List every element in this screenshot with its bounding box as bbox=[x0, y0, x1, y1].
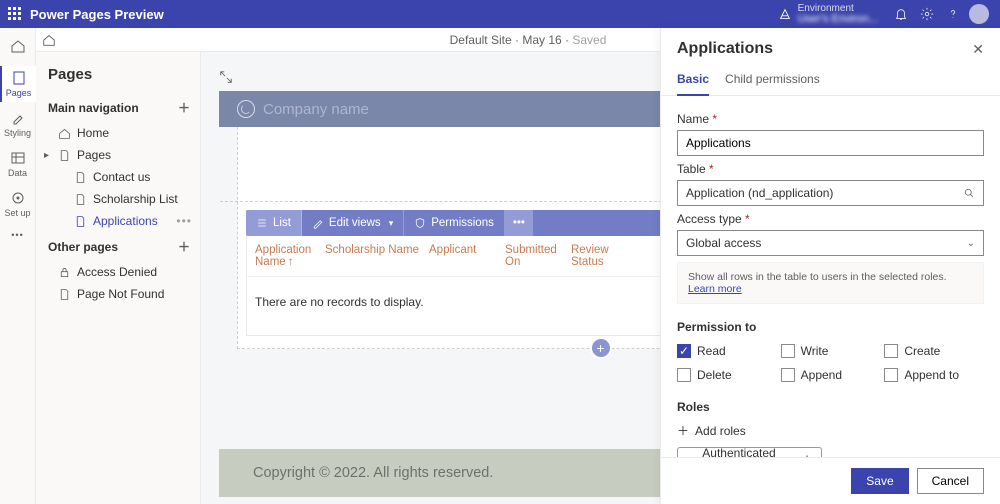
roles-label: Roles bbox=[677, 400, 984, 414]
name-label: Name * bbox=[677, 112, 984, 126]
item-more-icon[interactable]: ••• bbox=[176, 214, 192, 228]
tree-item-applications[interactable]: Applications••• bbox=[36, 210, 200, 232]
section-main-nav: Main navigation ＋ bbox=[36, 93, 200, 122]
tab-child[interactable]: Child permissions bbox=[725, 66, 820, 95]
home-icon[interactable] bbox=[42, 33, 56, 47]
brush-icon bbox=[10, 110, 26, 126]
rail-home[interactable] bbox=[0, 32, 36, 62]
chevron-right-icon[interactable]: ▸ bbox=[44, 150, 49, 161]
chevron-down-icon: ▾ bbox=[389, 218, 394, 229]
rail-data[interactable]: Data bbox=[0, 146, 36, 182]
table-label: Table * bbox=[677, 162, 984, 176]
col-applicant[interactable]: Applicant bbox=[429, 244, 505, 268]
name-input[interactable] bbox=[677, 130, 984, 156]
help-icon[interactable] bbox=[940, 1, 966, 27]
permissions-panel: Applications ✕ Basic Child permissions N… bbox=[660, 28, 1000, 504]
tb-list[interactable]: List bbox=[246, 210, 302, 236]
sort-asc-icon: ↑ bbox=[288, 256, 294, 268]
checkbox-checked-icon: ✓ bbox=[677, 344, 691, 358]
tab-basic[interactable]: Basic bbox=[677, 66, 709, 96]
panel-title: Applications bbox=[677, 40, 773, 58]
pages-panel: Pages Main navigation ＋ Home ▸Pages Cont… bbox=[36, 52, 201, 504]
close-icon[interactable]: ✕ bbox=[972, 41, 984, 58]
access-hint: Show all rows in the table to users in t… bbox=[677, 262, 984, 304]
setup-icon bbox=[10, 190, 26, 206]
home-icon bbox=[10, 38, 26, 54]
user-avatar[interactable] bbox=[966, 1, 992, 27]
role-chip[interactable]: Authenticated Users ⋮ bbox=[677, 447, 822, 457]
rail-more[interactable]: ••• bbox=[0, 226, 36, 244]
tree-item-scholarship[interactable]: Scholarship List bbox=[36, 188, 200, 210]
checkbox-icon bbox=[884, 344, 898, 358]
panel-title: Pages bbox=[36, 52, 200, 93]
chk-read[interactable]: ✓Read bbox=[677, 344, 777, 358]
chk-create[interactable]: Create bbox=[884, 344, 984, 358]
section-other: Other pages ＋ bbox=[36, 232, 200, 261]
chevron-down-icon: ⌄ bbox=[967, 238, 975, 249]
edit-icon bbox=[312, 217, 324, 229]
tree-item-pages[interactable]: ▸Pages bbox=[36, 144, 200, 166]
search-icon bbox=[963, 187, 975, 199]
permission-to-label: Permission to bbox=[677, 320, 984, 334]
environment-picker[interactable]: Environment User's Environ... bbox=[778, 3, 878, 25]
checkbox-icon bbox=[781, 344, 795, 358]
chk-delete[interactable]: Delete bbox=[677, 368, 777, 382]
top-bar: Power Pages Preview Environment User's E… bbox=[0, 0, 1000, 28]
notifications-icon[interactable] bbox=[888, 1, 914, 27]
add-section-button[interactable]: + bbox=[592, 339, 610, 357]
product-title: Power Pages Preview bbox=[30, 7, 164, 22]
company-name: Company name bbox=[263, 101, 369, 118]
shield-icon bbox=[414, 217, 426, 229]
access-select[interactable]: Global access ⌄ bbox=[677, 230, 984, 256]
access-label: Access type * bbox=[677, 212, 984, 226]
chk-appendto[interactable]: Append to bbox=[884, 368, 984, 382]
list-icon bbox=[256, 217, 268, 229]
checkbox-icon bbox=[677, 368, 691, 382]
tb-edit-views[interactable]: Edit views▾ bbox=[302, 210, 404, 236]
settings-icon[interactable] bbox=[914, 1, 940, 27]
rail-pages[interactable]: Pages bbox=[0, 66, 36, 102]
tree-item-access-denied[interactable]: Access Denied bbox=[36, 261, 200, 283]
environment-icon bbox=[778, 7, 792, 21]
learn-more-link[interactable]: Learn more bbox=[688, 283, 742, 295]
add-page-button[interactable]: ＋ bbox=[178, 99, 190, 116]
col-review[interactable]: Review Status bbox=[571, 244, 637, 268]
rail-setup[interactable]: Set up bbox=[0, 186, 36, 222]
col-scholarship[interactable]: Scholarship Name bbox=[325, 244, 429, 268]
chk-append[interactable]: Append bbox=[781, 368, 881, 382]
app-launcher-icon[interactable] bbox=[8, 7, 22, 21]
checkbox-icon bbox=[884, 368, 898, 382]
save-button[interactable]: Save bbox=[851, 468, 908, 494]
chk-write[interactable]: Write bbox=[781, 344, 881, 358]
checkbox-icon bbox=[781, 368, 795, 382]
rail-styling[interactable]: Styling bbox=[0, 106, 36, 142]
table-select[interactable]: Application (nd_application) bbox=[677, 180, 984, 206]
plus-icon: ＋ bbox=[677, 422, 689, 439]
data-icon bbox=[10, 150, 26, 166]
add-roles-button[interactable]: ＋Add roles bbox=[677, 422, 984, 439]
tb-permissions[interactable]: Permissions bbox=[404, 210, 505, 236]
cancel-button[interactable]: Cancel bbox=[917, 468, 984, 494]
col-app-name[interactable]: Application Name↑ bbox=[255, 244, 325, 268]
tb-more[interactable]: ••• bbox=[505, 210, 533, 236]
tree-item-home[interactable]: Home bbox=[36, 122, 200, 144]
add-other-page-button[interactable]: ＋ bbox=[178, 238, 190, 255]
tree-item-contact[interactable]: Contact us bbox=[36, 166, 200, 188]
tree-item-not-found[interactable]: Page Not Found bbox=[36, 283, 200, 305]
left-rail: Pages Styling Data Set up ••• bbox=[0, 28, 36, 504]
expand-icon[interactable] bbox=[219, 70, 233, 84]
site-logo bbox=[237, 100, 255, 118]
page-icon bbox=[11, 70, 27, 86]
environment-name: User's Environ... bbox=[798, 14, 878, 25]
col-submitted[interactable]: Submitted On bbox=[505, 244, 571, 268]
